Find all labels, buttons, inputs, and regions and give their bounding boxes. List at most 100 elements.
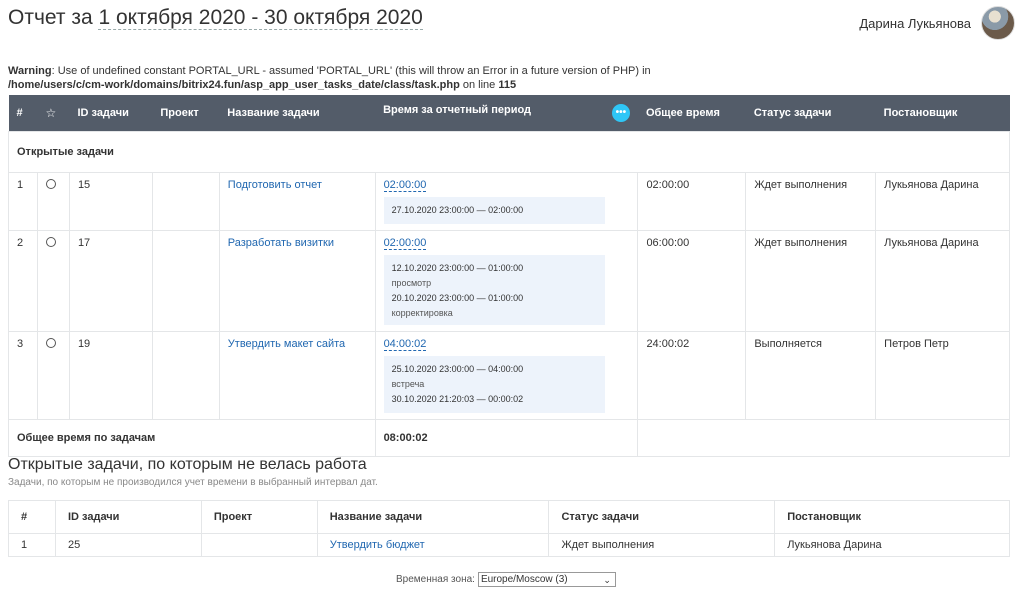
timezone-select[interactable]: Europe/Moscow (3) ⌄ [477,572,616,587]
col-name[interactable]: Название задачи [316,500,550,534]
period-time-link[interactable]: 04:00:02 [383,338,427,351]
row-total: 24:00:02 [637,331,747,420]
col-creator[interactable]: Постановщик [875,95,1010,132]
total-label: Общее время по задачам [8,419,376,457]
time-log: 12.10.2020 23:00:00 — 01:00:00 просмотр … [383,255,605,325]
col-status[interactable]: Статус задачи [745,95,876,132]
row-name: Подготовить отчет [218,172,376,231]
timezone-value: Europe/Moscow (3) [480,574,568,585]
col-num[interactable]: # [8,500,56,534]
row-radio[interactable] [36,331,70,420]
row-period-time: 04:00:02 25.10.2020 23:00:00 — 04:00:00 … [374,331,639,420]
col-creator[interactable]: Постановщик [774,500,1010,534]
user-block[interactable]: Дарина Лукьянова [859,6,1015,40]
time-log: 25.10.2020 23:00:00 — 04:00:00 встреча 3… [383,356,605,413]
user-name[interactable]: Дарина Лукьянова [859,16,971,31]
col-period-time-label: Время за отчетный период [383,104,532,116]
total-value: 08:00:02 [374,419,639,457]
row-creator: Лукьянова Дарина [875,172,1010,231]
col-star[interactable]: ☆ [37,95,70,132]
log-range: 25.10.2020 23:00:00 — 04:00:00 [391,364,524,374]
task-link[interactable]: Утвердить макет сайта [228,338,345,350]
table-row: 2 17 Разработать визитки 02:00:00 12.10.… [8,230,1010,332]
radio-icon[interactable] [45,237,56,247]
period-time-link[interactable]: 02:00:00 [383,237,427,250]
group-label: Открытые задачи [8,131,1010,173]
log-comment: просмотр [391,278,432,288]
warning-label: Warning [8,65,52,77]
avatar[interactable] [981,6,1015,40]
section-subtitle: Задачи, по которым не производился учет … [8,477,378,488]
row-name: Разработать визитки [218,230,376,332]
row-num: 1 [8,172,38,231]
row-period-time: 02:00:00 27.10.2020 23:00:00 — 02:00:00 [374,172,639,231]
log-range: 27.10.2020 23:00:00 — 02:00:00 [391,205,524,215]
radio-icon[interactable] [45,338,56,348]
total-row: Общее время по задачам 08:00:02 [8,419,1010,457]
group-row: Открытые задачи [8,131,1010,173]
warning-text: : Use of undefined constant PORTAL_URL -… [51,65,651,77]
star-icon[interactable]: ☆ [45,106,56,120]
log-range: 30.10.2020 21:20:03 — 00:00:02 [391,394,524,404]
col-status[interactable]: Статус задачи [548,500,776,534]
row-radio[interactable] [36,230,70,332]
row-name: Утвердить макет сайта [218,331,376,420]
row-num: 3 [8,331,38,420]
row-creator: Лукьянова Дарина [875,230,1010,332]
task-link[interactable]: Подготовить отчет [228,179,322,191]
row-project [151,172,220,231]
period-selector[interactable]: 1 октября 2020 - 30 октября 2020 [98,6,423,30]
table-row: 3 19 Утвердить макет сайта 04:00:02 25.1… [8,331,1010,420]
table-row: 1 15 Подготовить отчет 02:00:00 27.10.20… [8,172,1010,231]
col-total-time[interactable]: Общее время [637,95,746,132]
col-id[interactable]: ID задачи [54,500,202,534]
row-radio[interactable] [36,172,70,231]
col-period-time[interactable]: Время за отчетный период ••• [375,95,638,132]
col-project[interactable]: Проект [200,500,318,534]
no-work-section: Открытые задачи, по которым не велась ра… [8,456,1010,557]
total-empty [637,419,1010,457]
row-period-time: 02:00:00 12.10.2020 23:00:00 — 01:00:00 … [374,230,639,332]
col-project[interactable]: Проект [152,95,220,132]
row-status: Ждет выполнения [745,230,877,332]
timezone-label: Временная зона: [396,574,475,585]
col-name[interactable]: Название задачи [219,95,376,132]
row-id: 19 [68,331,153,420]
period-time-link[interactable]: 02:00:00 [383,179,427,192]
task-link[interactable]: Утвердить бюджет [330,539,425,551]
timezone-control: Временная зона: Europe/Moscow (3) ⌄ [396,572,616,587]
warning-line: 115 [498,79,517,91]
row-total: 06:00:00 [637,230,747,332]
time-log: 27.10.2020 23:00:00 — 02:00:00 [383,197,605,224]
radio-icon[interactable] [45,179,56,189]
col-id[interactable]: ID задачи [69,95,153,132]
no-work-table: # ID задачи Проект Название задачи Стату… [8,500,1010,557]
row-status: Выполняется [745,331,877,420]
row-project [151,230,220,332]
warning-path: /home/users/c/cm-work/domains/bitrix24.f… [8,79,460,91]
row-id: 25 [54,533,202,557]
row-total: 02:00:00 [637,172,747,231]
col-num[interactable]: # [8,95,38,132]
page-header: Отчет за 1 октября 2020 - 30 октября 202… [8,6,1015,42]
log-range: 20.10.2020 23:00:00 — 01:00:00 [391,293,524,303]
section-title: Открытые задачи, по которым не велась ра… [8,456,367,473]
log-comment: встреча [391,379,425,389]
table2-header-row: # ID задачи Проект Название задачи Стату… [8,500,1010,534]
task-link[interactable]: Разработать визитки [228,237,334,249]
table-header-row: # ☆ ID задачи Проект Название задачи Вре… [8,95,1010,132]
row-creator: Петров Петр [875,331,1010,420]
chat-icon[interactable]: ••• [611,104,630,122]
row-id: 17 [68,230,153,332]
row-status: Ждет выполнения [548,533,776,557]
row-num: 2 [8,230,38,332]
report-table: # ☆ ID задачи Проект Название задачи Вре… [8,95,1010,457]
row-num: 1 [8,533,56,557]
row-creator: Лукьянова Дарина [774,533,1010,557]
table-row: 1 25 Утвердить бюджет Ждет выполнения Лу… [8,533,1010,557]
warning-on-line: on line [459,79,499,91]
row-project [200,533,318,557]
row-project [151,331,220,420]
row-id: 15 [68,172,153,231]
chevron-down-icon: ⌄ [603,575,611,585]
